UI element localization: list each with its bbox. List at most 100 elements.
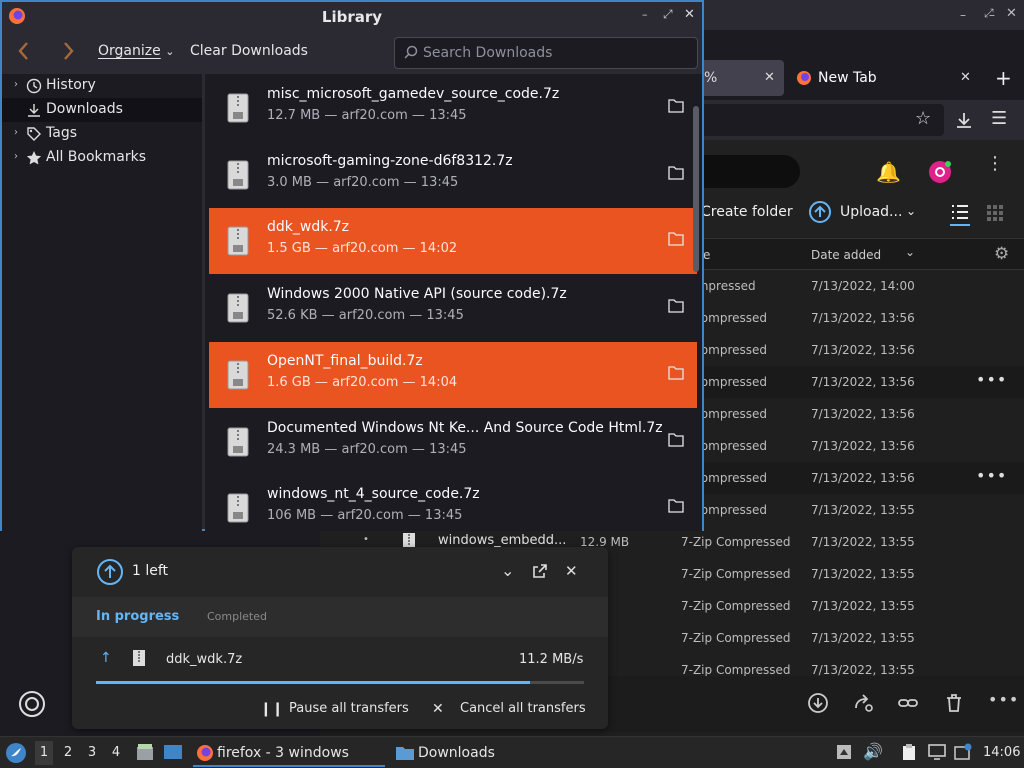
- file-date: 7/13/2022, 13:56: [811, 343, 915, 357]
- file-date: 7/13/2022, 13:56: [811, 375, 915, 389]
- volume-icon[interactable]: 🔊: [863, 742, 883, 761]
- downloads-icon[interactable]: [954, 110, 974, 130]
- kebab-menu-icon[interactable]: ⋮: [986, 155, 1004, 173]
- file-name: windows_embedd...: [438, 533, 567, 548]
- more-icon[interactable]: •••: [988, 690, 1019, 709]
- tab-drive[interactable]: % ✕: [704, 60, 784, 96]
- create-folder-button[interactable]: Create folder: [701, 204, 793, 220]
- task-firefox[interactable]: firefox - 3 windows: [193, 739, 385, 767]
- minimize-icon[interactable]: –: [960, 8, 966, 22]
- folder-icon[interactable]: [668, 99, 684, 113]
- folder-icon[interactable]: [668, 499, 684, 513]
- workspace-3[interactable]: 3: [83, 745, 101, 760]
- expand-icon[interactable]: [533, 564, 547, 578]
- link-icon[interactable]: [897, 692, 919, 714]
- new-tab-icon[interactable]: +: [995, 66, 1012, 90]
- archive-file-icon: [227, 493, 249, 523]
- transfer-header: 1 left ⌄ ✕: [72, 547, 608, 597]
- close-icon[interactable]: ✕: [1006, 6, 1017, 21]
- close-icon[interactable]: ✕: [684, 7, 695, 22]
- maximize-icon[interactable]: ⤢: [984, 6, 994, 21]
- download-meta: 1.5 GB — arf20.com — 14:02: [267, 241, 458, 257]
- tab-completed[interactable]: Completed: [207, 610, 267, 623]
- workspace-1[interactable]: 1: [35, 741, 53, 765]
- download-item[interactable]: Documented Windows Nt Ke... And Source C…: [209, 409, 697, 475]
- download-item[interactable]: microsoft-gaming-zone-d6f8312.7z 3.0 MB —…: [209, 142, 697, 208]
- show-desktop-icon[interactable]: [163, 743, 183, 761]
- expand-arrow-icon[interactable]: ›: [14, 79, 18, 90]
- scrollbar[interactable]: [693, 106, 699, 272]
- workspace-4[interactable]: 4: [107, 745, 125, 760]
- expand-arrow-icon[interactable]: ›: [14, 151, 18, 162]
- close-icon[interactable]: ✕: [565, 562, 578, 580]
- star-icon: [26, 150, 42, 166]
- trash-icon[interactable]: [943, 692, 965, 714]
- folder-icon[interactable]: [668, 366, 684, 380]
- sidebar-item-downloads[interactable]: Downloads: [2, 98, 202, 122]
- search-input[interactable]: Search Downloads: [394, 37, 698, 69]
- display-icon[interactable]: [928, 744, 946, 760]
- chevron-down-icon[interactable]: ⌄: [906, 204, 916, 218]
- organize-button[interactable]: Organize ⌄: [98, 43, 174, 59]
- folder-icon[interactable]: [668, 432, 684, 447]
- library-sidebar: › History Downloads › Tags › All Bookmar…: [2, 74, 202, 531]
- workspace-2[interactable]: 2: [59, 745, 77, 760]
- download-item[interactable]: Windows 2000 Native API (source code).7z…: [209, 275, 697, 341]
- col-date-added[interactable]: Date added: [811, 248, 881, 262]
- download-item[interactable]: ddk_wdk.7z 1.5 GB — arf20.com — 14:02: [209, 208, 697, 275]
- folder-icon[interactable]: [668, 299, 684, 313]
- upload-button[interactable]: Upload...: [840, 204, 902, 220]
- more-icon[interactable]: •••: [976, 370, 1007, 389]
- sync-status-icon[interactable]: [18, 690, 46, 718]
- folder-icon[interactable]: [668, 166, 684, 180]
- download-meta: 3.0 MB — arf20.com — 13:45: [267, 174, 459, 190]
- sidebar-label: All Bookmarks: [46, 149, 147, 165]
- col-type[interactable]: e: [703, 248, 710, 262]
- sidebar-item-history[interactable]: › History: [2, 74, 202, 98]
- url-bar[interactable]: [704, 104, 944, 136]
- download-circle-icon[interactable]: [807, 692, 829, 714]
- bell-icon[interactable]: 🔔: [876, 160, 901, 184]
- download-item[interactable]: misc_microsoft_gamedev_source_code.7z 12.…: [209, 75, 697, 141]
- forward-arrow-icon[interactable]: [58, 40, 78, 62]
- gear-icon[interactable]: ⚙: [994, 244, 1009, 264]
- download-filename: microsoft-gaming-zone-d6f8312.7z: [267, 152, 513, 169]
- updates-icon[interactable]: [836, 744, 852, 760]
- download-item[interactable]: windows_nt_4_source_code.7z 106 MB — arf2…: [209, 475, 697, 531]
- folder-icon[interactable]: [668, 232, 684, 247]
- sidebar-item-tags[interactable]: › Tags: [2, 122, 202, 146]
- grid-view-icon[interactable]: [986, 204, 1004, 222]
- back-arrow-icon[interactable]: [14, 40, 34, 62]
- maximize-icon[interactable]: ⤢: [663, 7, 673, 22]
- clear-downloads-button[interactable]: Clear Downloads: [190, 43, 308, 59]
- sort-chevron-icon[interactable]: ⌄: [905, 245, 915, 259]
- list-view-icon[interactable]: [950, 202, 970, 226]
- expand-arrow-icon[interactable]: ›: [14, 127, 18, 138]
- transfer-panel: 1 left ⌄ ✕ In progress Completed ↑ ddk_w…: [72, 547, 608, 729]
- close-tab-icon[interactable]: ✕: [960, 60, 971, 96]
- file-manager-icon[interactable]: [135, 742, 155, 762]
- bookmark-star-icon[interactable]: ☆: [915, 108, 931, 129]
- window-title: Library: [321, 8, 383, 26]
- avatar[interactable]: [928, 160, 952, 184]
- more-icon[interactable]: •••: [976, 466, 1007, 485]
- start-menu-icon[interactable]: [5, 742, 27, 764]
- network-icon[interactable]: [954, 743, 972, 761]
- task-downloads-folder[interactable]: Downloads: [393, 739, 573, 767]
- share-icon[interactable]: [852, 692, 874, 714]
- download-meta: 24.3 MB — arf20.com — 13:45: [267, 441, 467, 457]
- pause-all-button[interactable]: Pause all transfers: [289, 701, 409, 716]
- chevron-down-icon[interactable]: ⌄: [501, 561, 514, 580]
- drive-search[interactable]: [704, 155, 800, 188]
- clipboard-icon[interactable]: [900, 743, 918, 761]
- tab-new-tab[interactable]: New Tab ✕: [790, 60, 986, 96]
- minimize-icon[interactable]: –: [642, 8, 648, 21]
- search-placeholder: Search Downloads: [423, 45, 553, 61]
- cancel-all-button[interactable]: Cancel all transfers: [460, 701, 586, 716]
- file-date: 7/13/2022, 13:55: [811, 503, 915, 517]
- sidebar-item-all-bookmarks[interactable]: › All Bookmarks: [2, 146, 202, 170]
- close-tab-icon[interactable]: ✕: [764, 60, 775, 96]
- tab-in-progress[interactable]: In progress: [96, 609, 179, 624]
- menu-icon[interactable]: ☰: [991, 108, 1007, 129]
- download-item[interactable]: OpenNT_final_build.7z 1.6 GB — arf20.com …: [209, 341, 697, 408]
